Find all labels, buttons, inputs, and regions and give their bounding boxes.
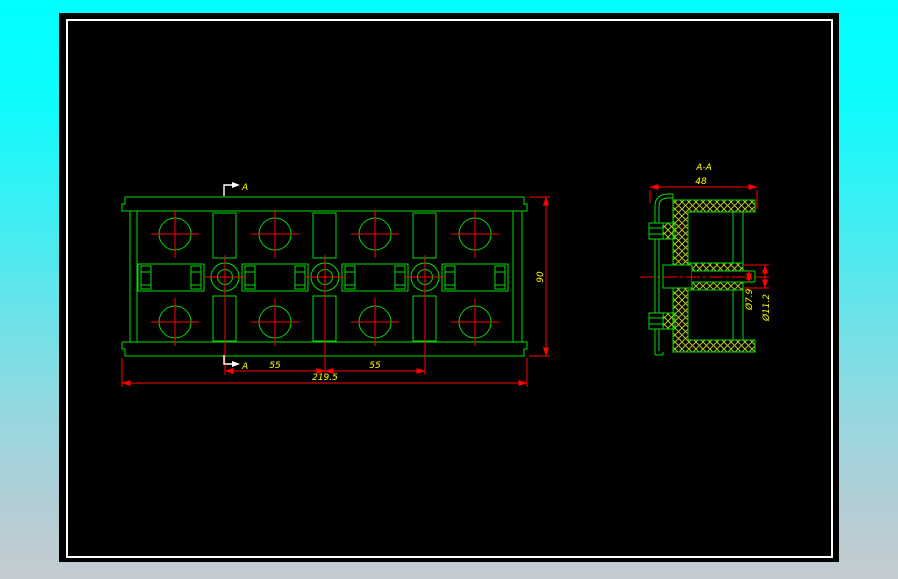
dim-overall-height: 90 <box>536 271 546 283</box>
section-view-title: A-A <box>695 163 712 173</box>
dim-pitch-1: 55 <box>269 361 281 371</box>
mounting-tab-top <box>648 222 676 240</box>
section-letter-top: A <box>241 183 248 193</box>
section-arrow-icon <box>232 182 240 188</box>
section-arrow-icon <box>232 361 240 367</box>
upper-web <box>732 211 744 264</box>
dim-section-width: 48 <box>695 177 707 187</box>
dim-pitch-2: 55 <box>369 361 381 371</box>
dim-overall-width: 219.5 <box>312 373 338 383</box>
dim-hole-inner: Ø7.9 <box>744 288 755 311</box>
top-flange <box>121 196 528 212</box>
front-view: A A 55 55 219.5 90 <box>121 182 550 387</box>
mounting-tab-bottom <box>648 312 676 330</box>
small-holes <box>204 255 446 375</box>
section-cut-marker-bottom: A <box>223 355 248 372</box>
dim-hole-outer: Ø11.2 <box>761 294 772 322</box>
section-view: A-A 48 Ø7.9 Ø11.2 <box>640 163 772 356</box>
lower-web <box>732 289 744 341</box>
cad-drawing-canvas: A A 55 55 219.5 90 A-A 48 Ø7.9 Ø11.2 <box>59 13 839 562</box>
cad-drawing: A A 55 55 219.5 90 A-A 48 Ø7.9 Ø11.2 <box>66 19 833 558</box>
section-cut-marker-top: A <box>223 182 248 196</box>
